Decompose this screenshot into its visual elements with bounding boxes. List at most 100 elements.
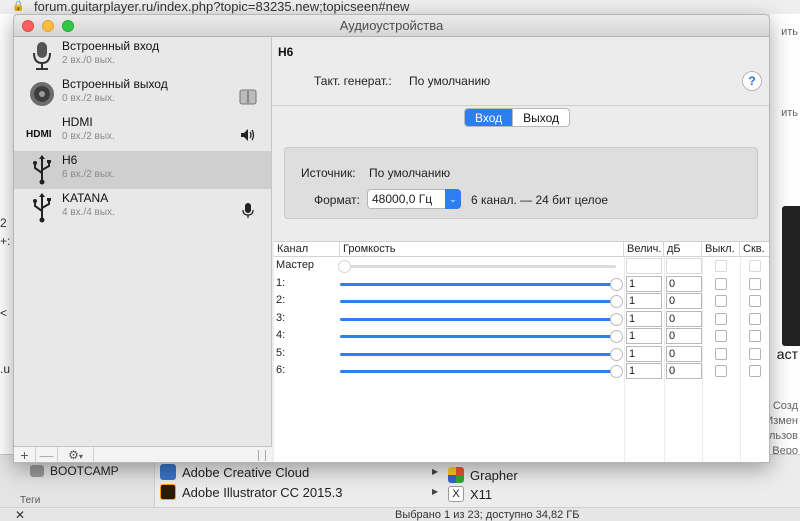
finder-tags-header: Теги — [20, 495, 41, 506]
mute-checkbox[interactable] — [715, 312, 727, 325]
source-value[interactable]: По умолчанию — [369, 166, 450, 180]
device-item-builtin-output[interactable]: Встроенный выход 0 вх./2 вых. — [14, 75, 271, 113]
drive-icon — [30, 465, 44, 477]
volume-value-field[interactable]: 1 — [626, 310, 662, 327]
chevron-updown-icon: ⌄ — [445, 189, 461, 209]
volume-value-field[interactable]: 1 — [626, 293, 662, 309]
mute-checkbox[interactable] — [715, 347, 727, 360]
device-item-h6[interactable]: H6 6 вх./2 вых. — [14, 151, 271, 189]
bg-left-snippet: 2 — [0, 216, 7, 230]
sample-rate-value: 48000,0 Гц — [372, 192, 433, 206]
volume-slider-knob[interactable] — [610, 347, 623, 361]
x11-icon: X — [448, 486, 464, 502]
thru-checkbox[interactable] — [749, 277, 761, 290]
volume-value-field[interactable]: 1 — [626, 275, 662, 292]
device-item-hdmi[interactable]: HDMI HDMI 0 вх./2 вых. — [14, 113, 271, 151]
column-header-value[interactable]: Велич. — [624, 242, 664, 256]
thru-checkbox[interactable] — [749, 312, 761, 325]
column-header-db[interactable]: дБ — [664, 242, 702, 256]
device-name: KATANA — [62, 191, 109, 205]
channel-label: 4: — [276, 329, 286, 341]
browser-url-bar[interactable]: 🔒 forum.guitarplayer.ru/index.php?topic=… — [0, 0, 800, 14]
channel-label: Мастер — [276, 259, 315, 271]
title-bar[interactable]: Аудиоустройства — [14, 15, 769, 37]
volume-slider-knob[interactable] — [610, 277, 623, 291]
column-header-thru[interactable]: Скв. — [740, 242, 769, 256]
grapher-icon — [448, 467, 464, 483]
format-group-box: Источник: По умолчанию Формат: 48000,0 Г… — [284, 147, 758, 219]
mute-checkbox[interactable] — [715, 295, 727, 307]
column-header-mute[interactable]: Выкл. — [702, 242, 740, 256]
device-list-toolbar: + — ⚙▾ — [14, 446, 272, 462]
microphone-icon — [33, 42, 51, 70]
channel-row: 5: 1 0 — [274, 345, 769, 362]
tab-input[interactable]: Вход — [465, 109, 513, 126]
volume-slider-knob[interactable] — [610, 365, 623, 378]
bg-right-snippet: ить — [781, 26, 798, 38]
mute-checkbox[interactable] — [715, 277, 727, 290]
device-detail-pane: H6 Такт. генерат.: По умолчанию ? Вход В… — [272, 37, 769, 462]
device-io-count: 4 вх./4 вых. — [62, 207, 115, 218]
volume-slider[interactable] — [340, 370, 616, 373]
mute-checkbox[interactable] — [715, 365, 727, 377]
remove-device-button[interactable]: — — [36, 447, 58, 462]
thru-checkbox[interactable] — [749, 347, 761, 360]
help-button[interactable]: ? — [742, 71, 762, 91]
add-device-button[interactable]: + — [14, 447, 36, 462]
finder-app-item[interactable]: Adobe Creative Cloud — [160, 464, 309, 480]
channel-label: 6: — [276, 364, 286, 376]
device-item-katana[interactable]: KATANA 4 вх./4 вых. — [14, 189, 271, 227]
disclosure-arrow-icon: ▶ — [432, 487, 439, 496]
volume-slider[interactable] — [340, 335, 616, 338]
folder-icon — [160, 464, 176, 480]
sample-rate-select[interactable]: 48000,0 Гц ⌄ — [367, 189, 461, 209]
mute-checkbox[interactable] — [715, 330, 727, 342]
volume-db-field[interactable]: 0 — [666, 345, 702, 362]
browser-url[interactable]: forum.guitarplayer.ru/index.php?topic=83… — [34, 0, 409, 14]
volume-db-field[interactable]: 0 — [666, 310, 702, 327]
volume-slider-knob[interactable] — [610, 330, 623, 343]
io-segmented-control: Вход Выход — [464, 108, 571, 127]
channel-label: 2: — [276, 294, 286, 306]
volume-db-field[interactable]: 0 — [666, 328, 702, 344]
column-header-channel[interactable]: Канал — [274, 242, 340, 256]
volume-slider[interactable] — [340, 317, 616, 321]
volume-value-field[interactable]: 1 — [626, 328, 662, 344]
volume-slider[interactable] — [340, 282, 616, 286]
usb-icon — [33, 155, 51, 185]
format-description[interactable]: 6 канал. — 24 бит целое — [471, 193, 608, 207]
gear-menu-button[interactable]: ⚙▾ — [58, 447, 94, 462]
volume-value-field[interactable]: 1 — [626, 345, 662, 362]
device-title: H6 — [278, 45, 294, 59]
channel-row: 4: 1 0 — [274, 327, 769, 344]
channel-row: 2: 1 0 — [274, 292, 769, 309]
volume-db-field[interactable]: 0 — [666, 363, 702, 379]
volume-value-field[interactable]: 1 — [626, 363, 662, 379]
tab-output[interactable]: Выход — [512, 109, 569, 126]
thru-checkbox[interactable] — [749, 330, 761, 342]
tools-icon[interactable]: ✕ — [15, 508, 25, 521]
volume-db-field[interactable]: 0 — [666, 275, 702, 292]
volume-slider[interactable] — [340, 352, 616, 356]
clock-source-value[interactable]: По умолчанию — [409, 74, 490, 88]
finder-sidebar-item[interactable]: BOOTCAMP — [30, 464, 119, 478]
speaker-volume-icon — [241, 129, 255, 141]
finder-sidebar-label: BOOTCAMP — [50, 464, 119, 478]
resize-grip[interactable] — [258, 450, 266, 461]
finder-app-item[interactable]: Adobe Illustrator CC 2015.3 — [160, 484, 342, 500]
finder-app-label: X11 — [470, 486, 493, 502]
volume-slider[interactable] — [340, 300, 616, 303]
volume-db-field[interactable]: 0 — [666, 293, 702, 309]
lock-icon: 🔒 — [12, 1, 25, 12]
device-io-count: 6 вх./2 вых. — [62, 169, 115, 180]
finder-window: BOOTCAMP Теги Adobe Creative Cloud Adobe… — [0, 454, 800, 521]
finder-app-item[interactable]: X X11 — [448, 486, 492, 502]
column-header-volume[interactable]: Громкость — [340, 242, 624, 256]
device-item-builtin-input[interactable]: Встроенный вход 2 вх./0 вых. — [14, 37, 271, 75]
volume-slider-knob[interactable] — [610, 295, 623, 308]
clock-source-label: Такт. генерат.: — [314, 74, 392, 88]
finder-app-item[interactable]: Grapher — [448, 467, 518, 483]
thru-checkbox[interactable] — [749, 365, 761, 377]
volume-slider-knob[interactable] — [610, 312, 623, 326]
thru-checkbox[interactable] — [749, 295, 761, 307]
